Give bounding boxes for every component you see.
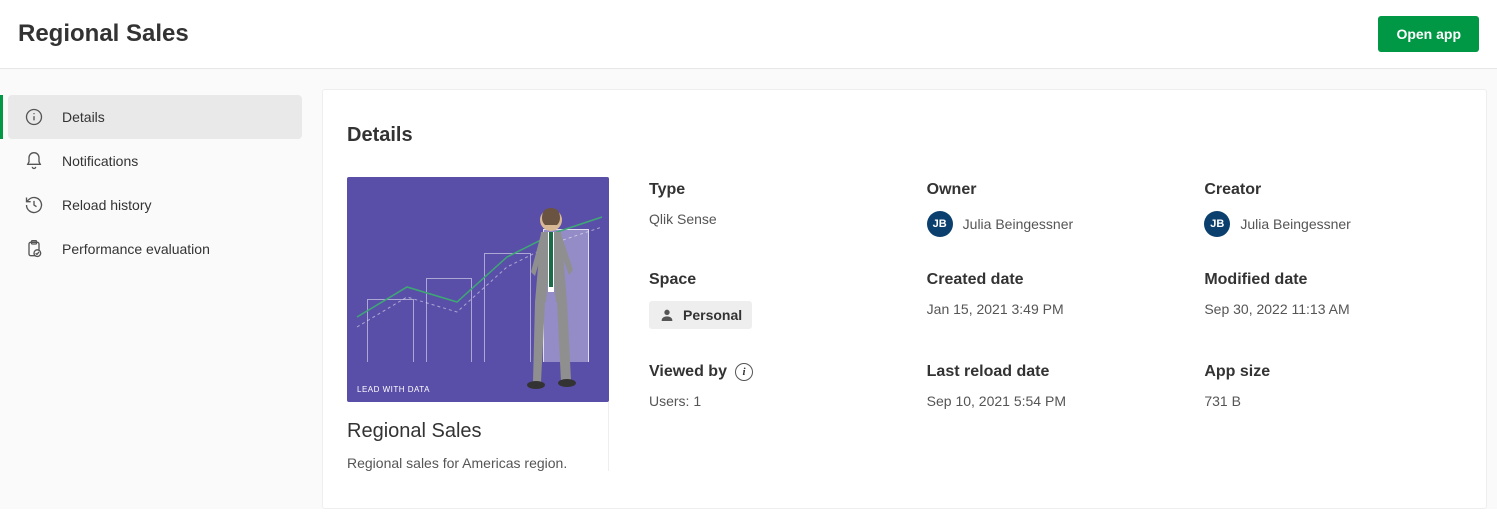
page-title: Regional Sales: [18, 20, 189, 48]
thumbnail-banner-text: LEAD WITH DATA: [357, 385, 430, 394]
history-icon: [24, 195, 44, 215]
meta-value: Qlik Sense: [649, 211, 907, 227]
app-name: Regional Sales: [347, 420, 568, 443]
meta-label: Modified date: [1204, 271, 1462, 289]
bell-icon: [24, 151, 44, 171]
space-badge[interactable]: Personal: [649, 301, 752, 329]
businessman-illustration: [521, 202, 581, 392]
meta-creator: Creator JB Julia Beingessner: [1204, 181, 1462, 237]
info-icon: [24, 107, 44, 127]
sidebar-item-label: Performance evaluation: [62, 241, 210, 257]
meta-label: Creator: [1204, 181, 1462, 199]
meta-label: App size: [1204, 363, 1462, 381]
space-name: Personal: [683, 307, 742, 323]
meta-type: Type Qlik Sense: [649, 181, 907, 237]
meta-label: Owner: [927, 181, 1185, 199]
sidebar-item-notifications[interactable]: Notifications: [8, 139, 302, 183]
details-grid: LEAD WITH DATA Regional Sales Regional s…: [347, 177, 1462, 471]
meta-created: Created date Jan 15, 2021 3:49 PM: [927, 271, 1185, 329]
meta-space: Space Personal: [649, 271, 907, 329]
content-panel: Details: [322, 89, 1487, 509]
meta-value: Sep 30, 2022 11:13 AM: [1204, 301, 1462, 317]
content-heading: Details: [347, 124, 1462, 147]
person-icon: [659, 307, 675, 323]
meta-size: App size 731 B: [1204, 363, 1462, 409]
meta-value: 731 B: [1204, 393, 1462, 409]
meta-reload: Last reload date Sep 10, 2021 5:54 PM: [927, 363, 1185, 409]
open-app-button[interactable]: Open app: [1378, 16, 1479, 52]
meta-owner: Owner JB Julia Beingessner: [927, 181, 1185, 237]
owner-row: JB Julia Beingessner: [927, 211, 1185, 237]
owner-name: Julia Beingessner: [963, 216, 1074, 232]
meta-label: Space: [649, 271, 907, 289]
sidebar-item-label: Notifications: [62, 153, 138, 169]
metadata-grid: Type Qlik Sense Owner JB Julia Beingessn…: [649, 177, 1462, 471]
meta-label: Type: [649, 181, 907, 199]
page-body: Details Notifications Reload history Per…: [0, 69, 1497, 509]
meta-viewed: Viewed by i Users: 1: [649, 363, 907, 409]
meta-value: Sep 10, 2021 5:54 PM: [927, 393, 1185, 409]
meta-value: Jan 15, 2021 3:49 PM: [927, 301, 1185, 317]
sidebar-item-performance[interactable]: Performance evaluation: [8, 227, 302, 271]
meta-value: Users: 1: [649, 393, 907, 409]
clipboard-check-icon: [24, 239, 44, 259]
info-icon[interactable]: i: [735, 363, 753, 381]
avatar: JB: [1204, 211, 1230, 237]
sidebar-item-details[interactable]: Details: [8, 95, 302, 139]
sidebar-item-label: Reload history: [62, 197, 152, 213]
creator-row: JB Julia Beingessner: [1204, 211, 1462, 237]
avatar: JB: [927, 211, 953, 237]
meta-modified: Modified date Sep 30, 2022 11:13 AM: [1204, 271, 1462, 329]
sidebar-item-reload-history[interactable]: Reload history: [8, 183, 302, 227]
page-header: Regional Sales Open app: [0, 0, 1497, 69]
sidebar-item-label: Details: [62, 109, 105, 125]
meta-label: Last reload date: [927, 363, 1185, 381]
sidebar: Details Notifications Reload history Per…: [0, 89, 310, 509]
app-description: Regional sales for Americas region.: [347, 455, 568, 471]
thumbnail-column: LEAD WITH DATA Regional Sales Regional s…: [347, 177, 609, 471]
meta-label: Created date: [927, 271, 1185, 289]
app-thumbnail: LEAD WITH DATA: [347, 177, 609, 402]
meta-label: Viewed by i: [649, 363, 907, 381]
creator-name: Julia Beingessner: [1240, 216, 1351, 232]
